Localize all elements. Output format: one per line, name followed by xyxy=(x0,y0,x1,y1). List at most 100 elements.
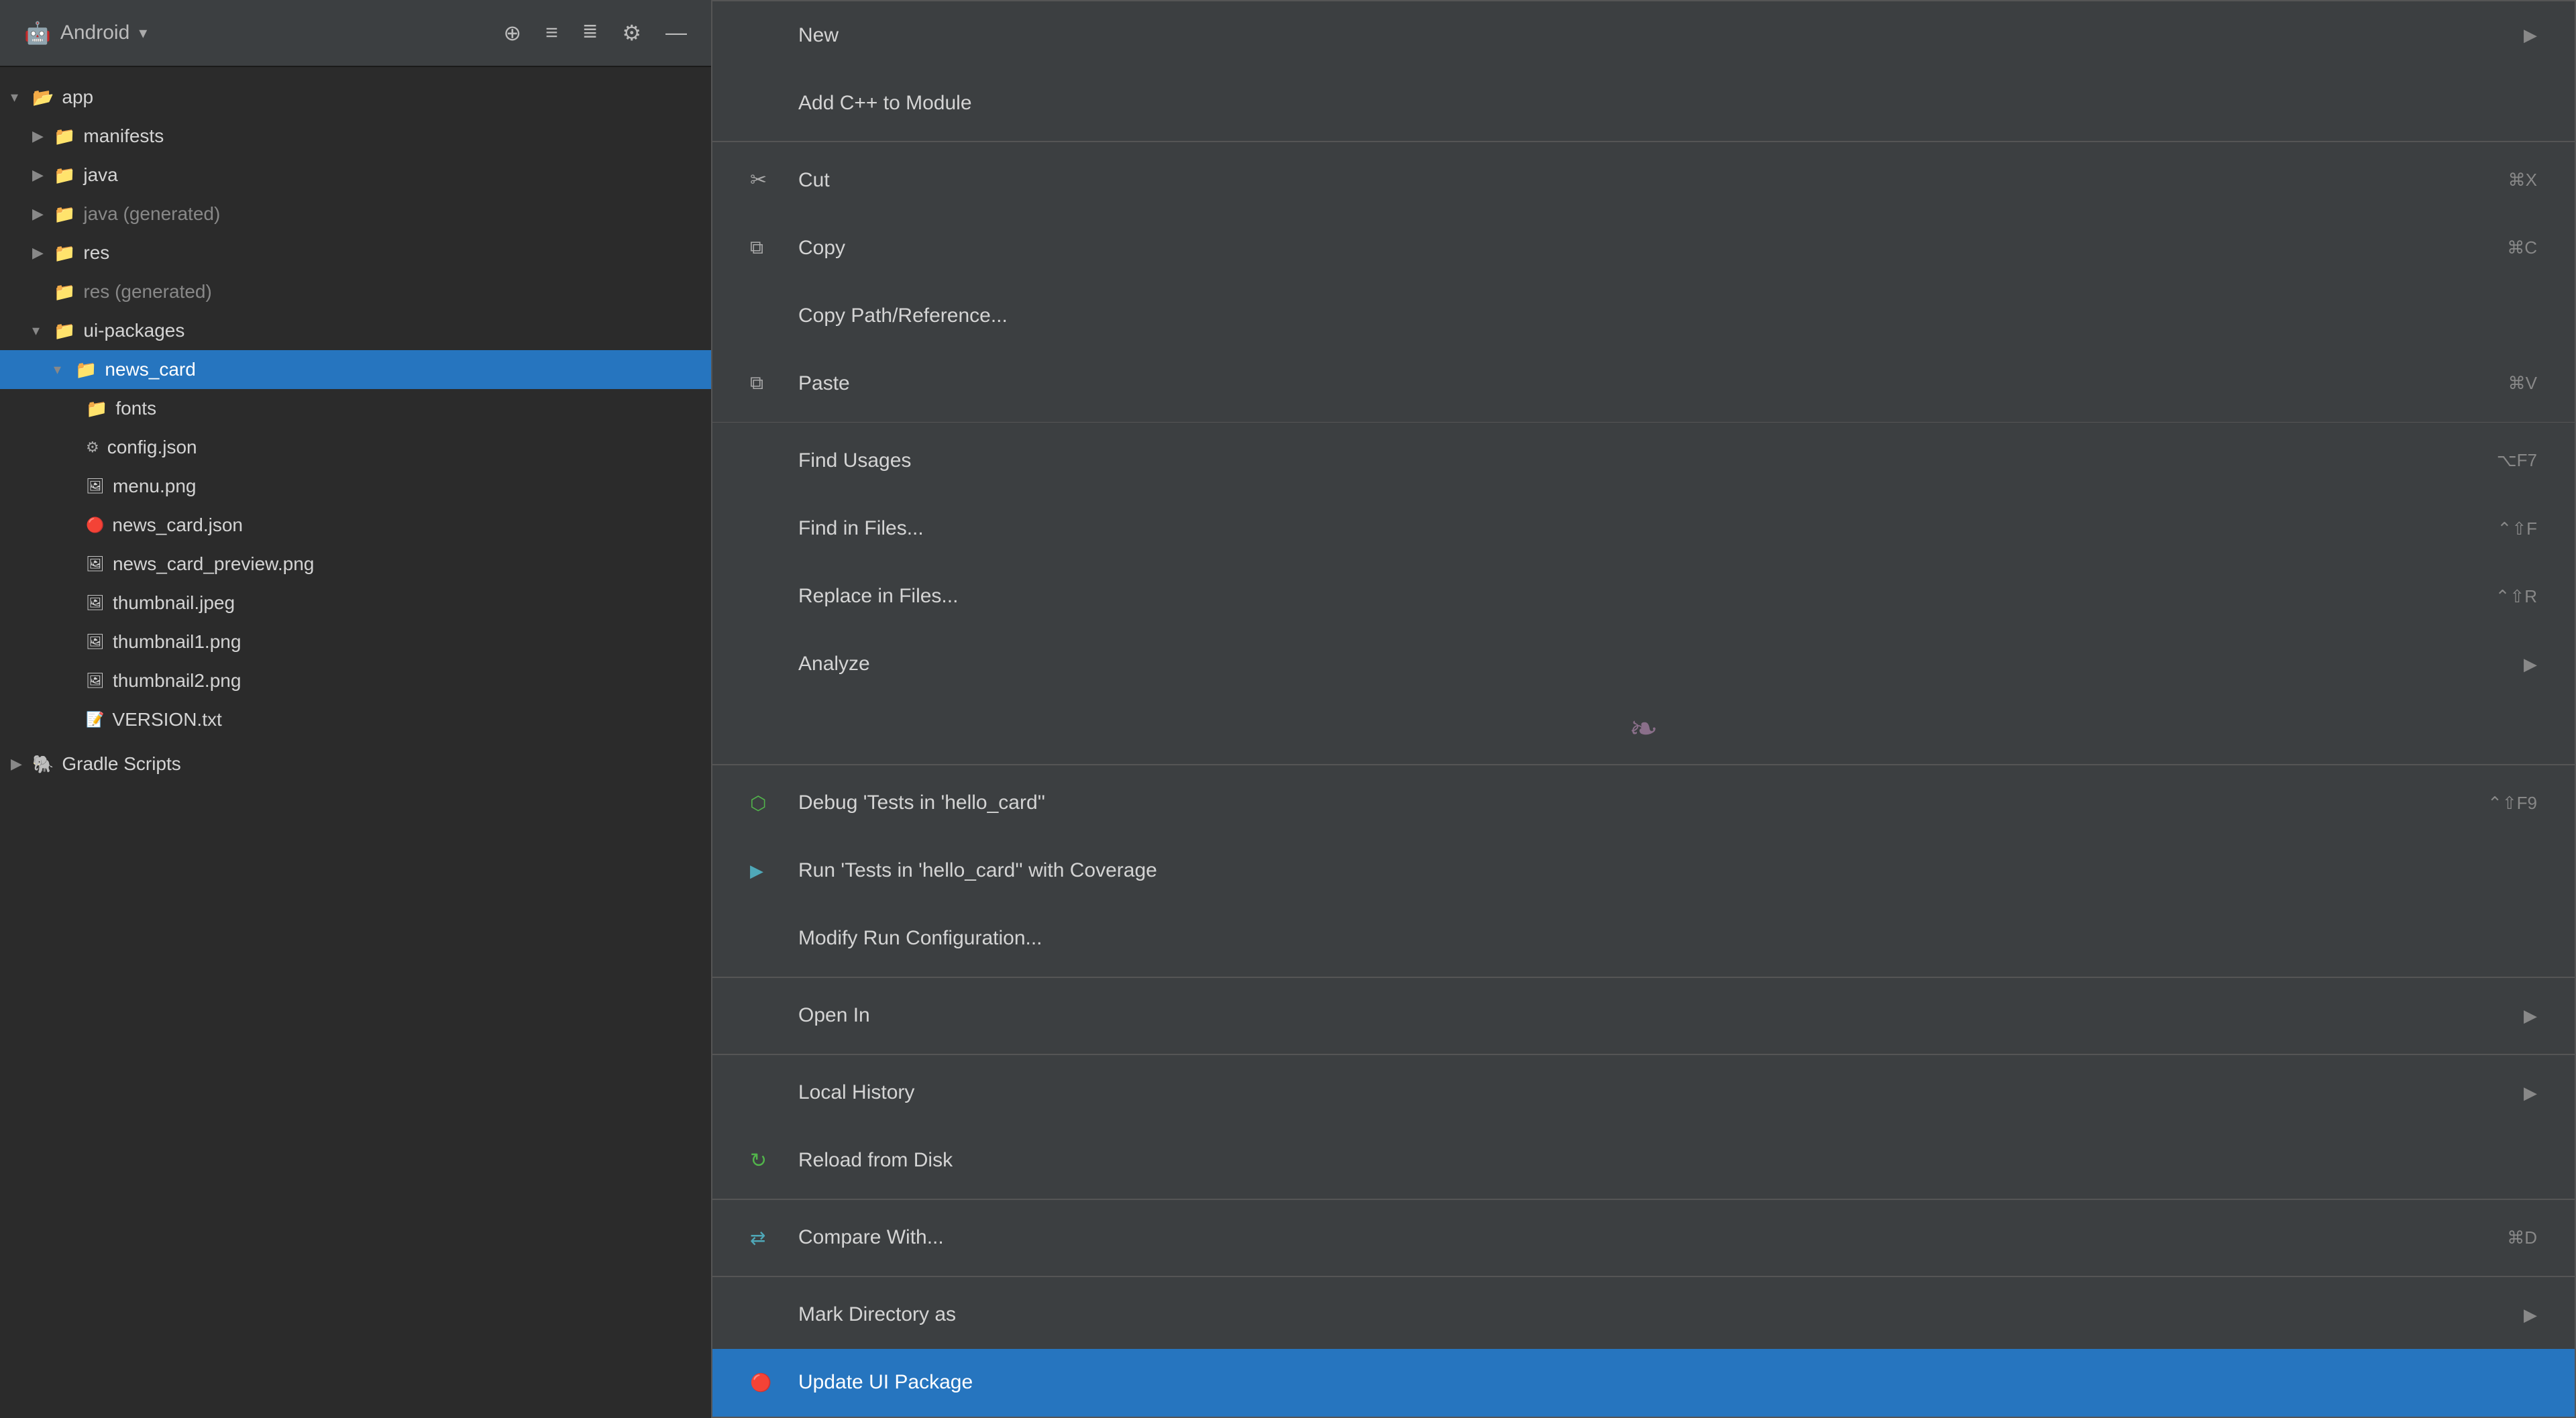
menu-item-label: Compare With... xyxy=(798,1226,2507,1249)
menu-item-label: Copy Path/Reference... xyxy=(798,305,2537,327)
file-icon: 🖼 xyxy=(86,555,105,573)
shortcut-label: ⌘V xyxy=(2508,373,2537,394)
menu-item-label: New xyxy=(798,24,2510,47)
tree-row[interactable]: ▶ 📁 manifests xyxy=(0,117,711,156)
file-icon: 🖼 xyxy=(86,478,105,495)
file-name: res (generated) xyxy=(83,281,211,303)
add-icon[interactable]: ⊕ xyxy=(503,20,521,46)
tree-row-selected[interactable]: ▾ 📁 news_card xyxy=(0,350,711,389)
menu-item-label: Add C++ to Module xyxy=(798,92,2537,115)
file-name: java (generated) xyxy=(83,203,220,225)
tree-row[interactable]: ▾ 📁 ui-packages xyxy=(0,311,711,350)
expand-all-icon[interactable]: ≣ xyxy=(582,20,598,46)
minimize-icon[interactable]: — xyxy=(665,20,687,46)
menu-item-analyze[interactable]: Analyze ▶ xyxy=(712,631,2575,698)
shortcut-label: ⌃⇧R xyxy=(2496,586,2537,607)
tree-row[interactable]: ▶ 📁 java xyxy=(0,156,711,195)
menu-item-label: Run 'Tests in 'hello_card'' with Coverag… xyxy=(798,859,2537,882)
menu-item-compare-with[interactable]: ⇄ Compare With... ⌘D xyxy=(712,1204,2575,1272)
file-name: fonts xyxy=(115,398,156,419)
tree-row[interactable]: 🖼 news_card_preview.png xyxy=(0,545,711,584)
shortcut-label: ⌘X xyxy=(2508,170,2537,190)
dropdown-arrow-icon[interactable]: ▾ xyxy=(139,23,147,43)
menu-item-label: Reload from Disk xyxy=(798,1149,2537,1172)
separator xyxy=(712,1054,2575,1055)
menu-item-cut[interactable]: ✂ Cut ⌘X xyxy=(712,146,2575,214)
menu-item-reload-from-disk[interactable]: ↻ Reload from Disk xyxy=(712,1127,2575,1195)
separator xyxy=(712,764,2575,765)
tree-row[interactable]: 🖼 menu.png xyxy=(0,467,711,506)
menu-item-new[interactable]: New ▶ xyxy=(712,1,2575,69)
tree-row[interactable]: 🖼 thumbnail1.png xyxy=(0,622,711,661)
tree-row[interactable]: 🖼 thumbnail.jpeg xyxy=(0,584,711,622)
menu-item-label: Find Usages xyxy=(798,449,2497,472)
shortcut-label: ⌃⇧F xyxy=(2498,519,2537,539)
tree-row[interactable]: 🔴 news_card.json xyxy=(0,506,711,545)
run-coverage-icon: ▶ xyxy=(750,861,785,881)
menu-item-label: Replace in Files... xyxy=(798,585,2496,608)
menu-item-local-history[interactable]: Local History ▶ xyxy=(712,1059,2575,1127)
file-icon: 🖼 xyxy=(86,672,105,690)
menu-item-label: Analyze xyxy=(798,653,2510,675)
menu-item-label: Modify Run Configuration... xyxy=(798,927,2537,950)
menu-item-copy[interactable]: ⧉ Copy ⌘C xyxy=(712,214,2575,282)
menu-item-copy-path[interactable]: Copy Path/Reference... xyxy=(712,282,2575,349)
folder-icon: 📁 xyxy=(54,282,75,303)
tree-row[interactable]: ▶ 📁 java (generated) xyxy=(0,195,711,233)
menu-item-label: Paste xyxy=(798,372,2508,395)
separator xyxy=(712,1276,2575,1277)
menu-item-modify-run[interactable]: Modify Run Configuration... xyxy=(712,905,2575,973)
file-icon: ⚙ xyxy=(86,439,99,456)
toolbar-icons: ⊕ ≡ ≣ ⚙ — xyxy=(503,20,687,46)
menu-item-label: Cut xyxy=(798,169,2508,192)
folder-icon: 📁 xyxy=(86,398,107,419)
tree-row[interactable]: ▶ 🐘 Gradle Scripts xyxy=(0,745,711,783)
submenu-arrow: ▶ xyxy=(2524,1005,2537,1026)
file-name: config.json xyxy=(107,437,197,458)
project-label[interactable]: 🤖 Android ▾ xyxy=(24,20,147,46)
file-name: thumbnail.jpeg xyxy=(113,592,235,614)
cut-icon: ✂ xyxy=(750,168,785,192)
tree-row[interactable]: 🖼 thumbnail2.png xyxy=(0,661,711,700)
menu-item-mark-directory[interactable]: Mark Directory as ▶ xyxy=(712,1281,2575,1349)
tree-row[interactable]: ▶ 📁 res xyxy=(0,233,711,272)
settings-icon[interactable]: ⚙ xyxy=(622,20,641,46)
sidebar: 🤖 Android ▾ ⊕ ≡ ≣ ⚙ — ▾ 📂 app ▶ 📁 manife… xyxy=(0,0,711,1418)
submenu-arrow: ▶ xyxy=(2524,1305,2537,1325)
tree-row[interactable]: ▾ 📂 app xyxy=(0,78,711,117)
menu-item-paste[interactable]: ⧉ Paste ⌘V xyxy=(712,349,2575,417)
menu-item-label: Mark Directory as xyxy=(798,1303,2510,1326)
tree-row[interactable]: 📁 fonts xyxy=(0,389,711,428)
menu-item-replace-in-files[interactable]: Replace in Files... ⌃⇧R xyxy=(712,563,2575,631)
submenu-arrow: ▶ xyxy=(2524,25,2537,46)
file-icon: 🖼 xyxy=(86,633,105,651)
expand-arrow: ▶ xyxy=(11,755,32,773)
menu-item-label: Update UI Package xyxy=(798,1371,2537,1394)
file-name: news_card xyxy=(105,359,195,380)
android-icon: 🤖 xyxy=(24,20,51,46)
file-name: app xyxy=(62,87,93,108)
menu-item-add-cpp[interactable]: Add C++ to Module xyxy=(712,69,2575,137)
file-name: VERSION.txt xyxy=(112,709,221,730)
tree-row[interactable]: 📁 res (generated) xyxy=(0,272,711,311)
menu-item-find-in-files[interactable]: Find in Files... ⌃⇧F xyxy=(712,494,2575,562)
shortcut-label: ⌘C xyxy=(2507,237,2537,258)
context-menu: New ▶ Add C++ to Module ✂ Cut ⌘X ⧉ Copy … xyxy=(711,0,2576,1418)
reload-icon: ↻ xyxy=(750,1149,785,1172)
paste-icon: ⧉ xyxy=(750,372,785,394)
menu-item-debug[interactable]: ⬡ Debug 'Tests in 'hello_card'' ⌃⇧F9 xyxy=(712,769,2575,837)
collapse-all-icon[interactable]: ≡ xyxy=(545,20,558,46)
menu-item-update-ui-package[interactable]: 🔴 Update UI Package xyxy=(712,1349,2575,1417)
tree-row[interactable]: 📝 VERSION.txt xyxy=(0,700,711,739)
tree-row[interactable]: ⚙ config.json xyxy=(0,428,711,467)
separator xyxy=(712,141,2575,142)
menu-item-run-coverage[interactable]: ▶ Run 'Tests in 'hello_card'' with Cover… xyxy=(712,837,2575,905)
menu-item-open-in[interactable]: Open In ▶ xyxy=(712,982,2575,1050)
menu-item-label: Debug 'Tests in 'hello_card'' xyxy=(798,792,2487,814)
toolbar: 🤖 Android ▾ ⊕ ≡ ≣ ⚙ — xyxy=(0,0,711,67)
file-name: menu.png xyxy=(113,476,197,497)
separator xyxy=(712,422,2575,423)
menu-item-find-usages[interactable]: Find Usages ⌥F7 xyxy=(712,427,2575,494)
file-name: thumbnail2.png xyxy=(113,670,241,692)
file-icon: 🖼 xyxy=(86,594,105,612)
